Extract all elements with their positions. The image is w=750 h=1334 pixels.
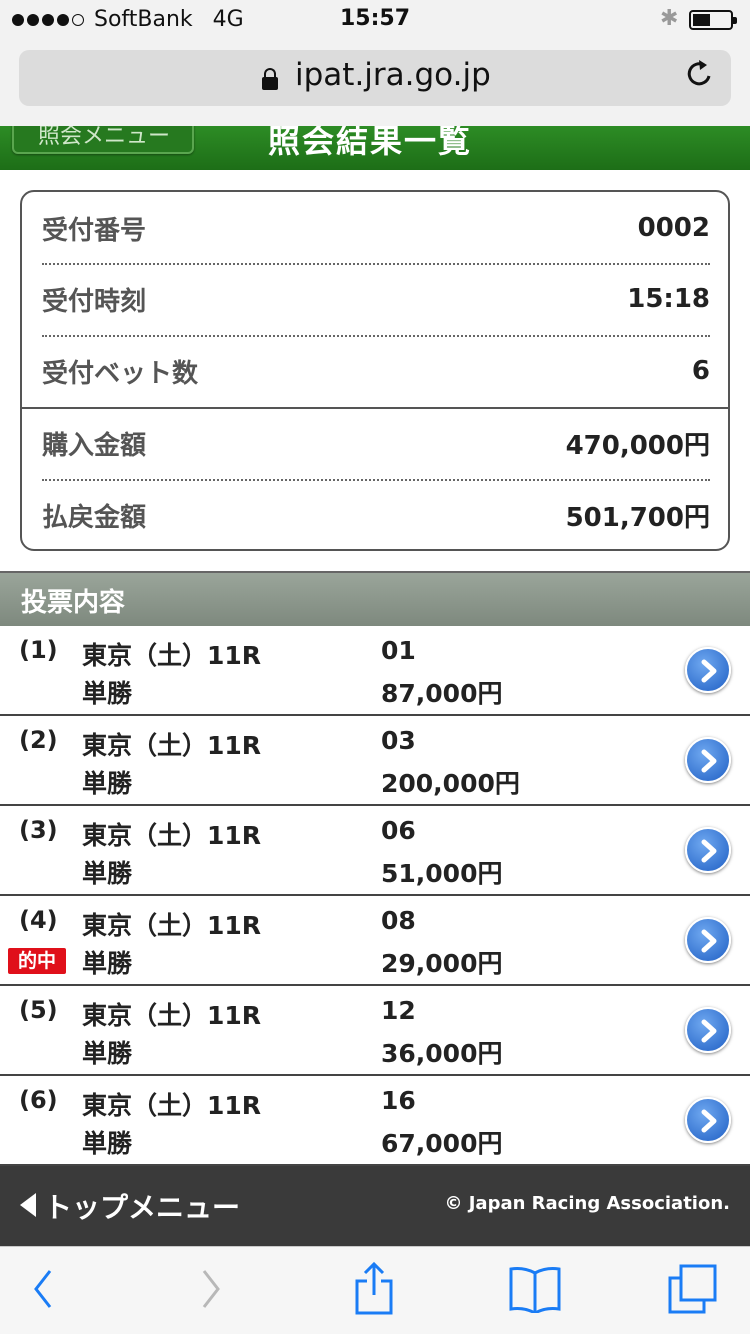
bet-amount: 51,000円 xyxy=(381,859,503,888)
hit-badge: 的中 xyxy=(8,948,66,974)
bet-type: 単勝 xyxy=(82,679,133,708)
inquiry-menu-button[interactable]: 照会メニュー xyxy=(12,126,194,154)
tabs-icon[interactable] xyxy=(667,1263,719,1319)
summary-value: 0002 xyxy=(637,213,710,243)
summary-row: 受付時刻 15:18 xyxy=(42,264,710,334)
arrow-right-icon[interactable] xyxy=(685,647,731,693)
bet-horse-number: 12 xyxy=(381,996,416,1025)
reload-icon[interactable] xyxy=(685,56,715,98)
back-triangle-icon[interactable] xyxy=(20,1193,36,1217)
bet-row[interactable]: (5) 東京（土）11R 単勝 12 36,000円 xyxy=(0,986,750,1076)
bluetooth-icon: ✱ xyxy=(660,6,679,31)
lock-icon xyxy=(262,68,278,90)
bet-index: (5) xyxy=(19,996,58,1024)
bet-type: 単勝 xyxy=(82,859,133,888)
summary-label: 購入金額 xyxy=(42,430,147,461)
arrow-right-icon[interactable] xyxy=(685,1097,731,1143)
summary-row: 購入金額 470,000円 xyxy=(42,408,710,478)
share-icon[interactable] xyxy=(353,1261,395,1319)
back-icon[interactable] xyxy=(30,1267,56,1315)
forward-icon[interactable] xyxy=(198,1267,224,1315)
browser-toolbar xyxy=(0,1246,750,1334)
summary-row: 払戻金額 501,700円 xyxy=(42,480,710,550)
top-menu-link[interactable]: トップメニュー xyxy=(44,1186,240,1226)
summary-label: 受付ベット数 xyxy=(42,358,199,389)
summary-row: 受付ベット数 6 xyxy=(42,336,710,406)
section-header: 投票内容 xyxy=(0,571,750,626)
arrow-right-icon[interactable] xyxy=(685,1007,731,1053)
bet-index: (3) xyxy=(19,816,58,844)
status-time: 15:57 xyxy=(339,6,411,31)
address-bar[interactable]: ipat.jra.go.jp xyxy=(19,50,731,106)
page-header: 照会メニュー 照会結果一覧 xyxy=(0,126,750,170)
bet-row[interactable]: (1) 東京（土）11R 単勝 01 87,000円 xyxy=(0,626,750,716)
bet-amount: 36,000円 xyxy=(381,1039,503,1068)
summary-label: 受付番号 xyxy=(42,215,147,246)
bookmarks-icon[interactable] xyxy=(508,1265,562,1317)
bet-race: 東京（土）11R xyxy=(82,1001,262,1030)
bet-horse-number: 16 xyxy=(381,1086,416,1115)
bet-amount: 87,000円 xyxy=(381,679,503,708)
bet-list: (1) 東京（土）11R 単勝 01 87,000円 (2) 東京（土）11R … xyxy=(0,626,750,1166)
bet-type: 単勝 xyxy=(82,769,133,798)
battery-icon xyxy=(689,10,737,30)
arrow-right-icon[interactable] xyxy=(685,827,731,873)
arrow-right-icon[interactable] xyxy=(685,917,731,963)
arrow-right-icon[interactable] xyxy=(685,737,731,783)
page-title: 照会結果一覧 xyxy=(268,126,473,160)
bet-index: (6) xyxy=(19,1086,58,1114)
summary-value: 15:18 xyxy=(627,284,710,314)
bet-amount: 200,000円 xyxy=(381,769,520,798)
bet-type: 単勝 xyxy=(82,1129,133,1158)
bet-type: 単勝 xyxy=(82,1039,133,1068)
section-title: 投票内容 xyxy=(21,588,126,618)
summary-card: 受付番号 0002 受付時刻 15:18 受付ベット数 6 購入金額 470,0… xyxy=(20,190,730,551)
bet-race: 東京（土）11R xyxy=(82,731,262,760)
summary-row: 受付番号 0002 xyxy=(42,193,710,263)
bet-horse-number: 06 xyxy=(381,816,416,845)
bet-row[interactable]: (3) 東京（土）11R 単勝 06 51,000円 xyxy=(0,806,750,896)
summary-value: 501,700円 xyxy=(565,502,710,533)
bet-race: 東京（土）11R xyxy=(82,911,262,940)
page-footer: トップメニュー © Japan Racing Association. xyxy=(0,1166,750,1246)
bet-horse-number: 03 xyxy=(381,726,416,755)
bet-amount: 67,000円 xyxy=(381,1129,503,1158)
inquiry-menu-label: 照会メニュー xyxy=(38,126,171,149)
copyright-text: © Japan Racing Association. xyxy=(444,1193,730,1214)
summary-value: 470,000円 xyxy=(565,430,710,461)
bet-row[interactable]: (6) 東京（土）11R 単勝 16 67,000円 xyxy=(0,1076,750,1166)
url-text: ipat.jra.go.jp xyxy=(295,57,491,93)
bet-race: 東京（土）11R xyxy=(82,1091,262,1120)
bet-race: 東京（土）11R xyxy=(82,821,262,850)
browser-address-area: ipat.jra.go.jp xyxy=(0,40,750,126)
bet-amount: 29,000円 xyxy=(381,949,503,978)
bet-horse-number: 01 xyxy=(381,636,416,665)
bet-index: (1) xyxy=(19,636,58,664)
status-bar: SoftBank 4G 15:57 ✱ xyxy=(0,0,750,40)
bet-race: 東京（土）11R xyxy=(82,641,262,670)
bet-horse-number: 08 xyxy=(381,906,416,935)
summary-label: 受付時刻 xyxy=(42,286,147,317)
bet-index: (2) xyxy=(19,726,58,754)
bet-type: 単勝 xyxy=(82,949,133,978)
bet-row[interactable]: (4) 的中 東京（土）11R 単勝 08 29,000円 xyxy=(0,896,750,986)
bet-index: (4) xyxy=(19,906,58,934)
summary-label: 払戻金額 xyxy=(42,502,147,533)
summary-value: 6 xyxy=(691,356,710,386)
bet-row[interactable]: (2) 東京（土）11R 単勝 03 200,000円 xyxy=(0,716,750,806)
